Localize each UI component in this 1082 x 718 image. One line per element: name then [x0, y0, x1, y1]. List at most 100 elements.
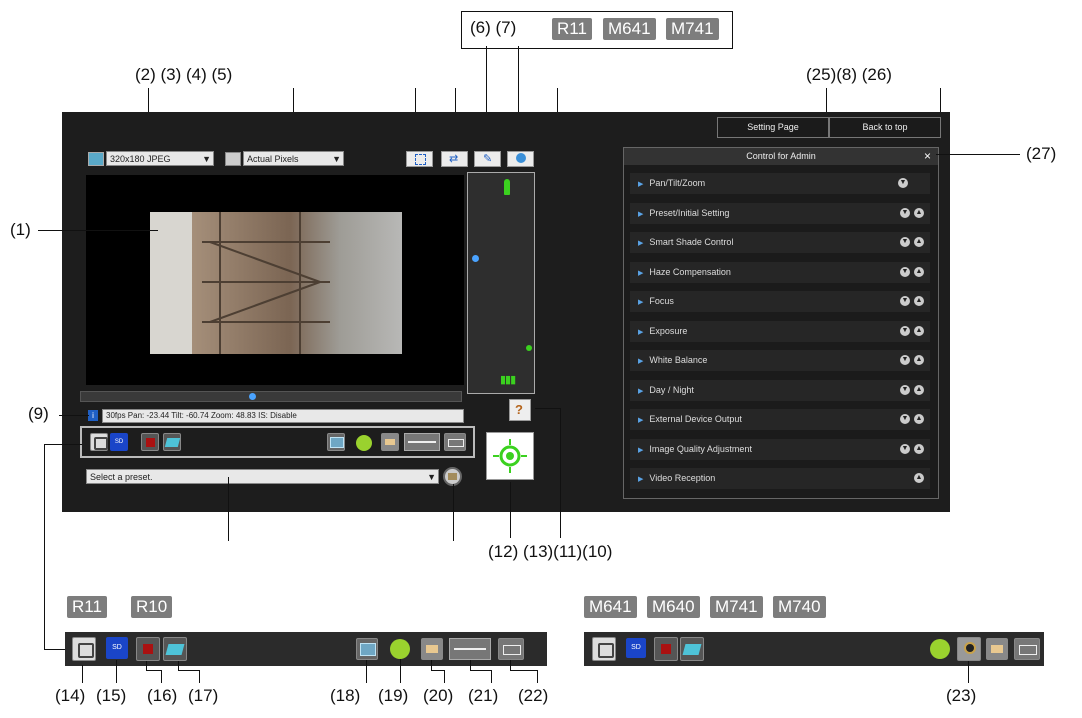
admin-panel-header: Control for Admin: [624, 148, 938, 165]
tilt-zoom-slider[interactable]: ▮▮▮: [467, 172, 535, 394]
expand-arrow-icon: ▶: [638, 269, 644, 277]
close-icon[interactable]: ×: [924, 148, 931, 165]
preset-select[interactable]: Select a preset. ▼: [86, 469, 439, 484]
callout-2-5: (2) (3) (4) (5): [135, 65, 233, 84]
monitor-icon: [330, 437, 344, 448]
panel-item[interactable]: ▶ Day / Night ▼ ▲: [630, 379, 930, 401]
setting-page-button[interactable]: Setting Page: [717, 117, 829, 138]
record-icon: [143, 644, 153, 654]
split-icon: [1019, 645, 1037, 655]
audio-button[interactable]: [381, 433, 399, 451]
collapse-down-icon[interactable]: ▼: [900, 355, 910, 365]
panel-item[interactable]: ▶ Smart Shade Control ▼ ▲: [630, 232, 930, 253]
collapse-down-icon[interactable]: ▼: [900, 237, 910, 247]
camera-icon: [94, 437, 108, 450]
record-button-m[interactable]: [654, 637, 678, 661]
volume-button-m[interactable]: [930, 639, 950, 659]
panel-item[interactable]: ▶ Haze Compensation ▼ ▲: [630, 261, 930, 283]
sd-button-r[interactable]: SD: [106, 637, 128, 659]
split-icon: [503, 645, 521, 655]
view-mode-button[interactable]: [444, 433, 466, 451]
panel-item[interactable]: ▶ Pan/Tilt/Zoom ▼: [630, 173, 930, 194]
record-icon: [661, 644, 671, 654]
panel-item[interactable]: ▶ Video Reception ▲: [630, 468, 930, 489]
collapse-up-icon[interactable]: ▲: [914, 325, 924, 336]
display-button-r[interactable]: [356, 638, 378, 660]
collapse-up-icon[interactable]: ▲: [914, 207, 924, 218]
expand-arrow-icon: ▶: [638, 358, 644, 365]
expand-arrow-icon: ▶: [638, 387, 644, 395]
snapshot-button[interactable]: [90, 433, 108, 451]
shot-button[interactable]: [163, 433, 181, 451]
collapse-down-icon[interactable]: ▼: [900, 266, 910, 277]
collapse-down-icon[interactable]: ▼: [900, 296, 910, 306]
camera-icon: [78, 643, 94, 658]
collapse-up-icon[interactable]: ▲: [914, 296, 924, 306]
expand-arrow-icon: ▶: [638, 446, 644, 454]
panel-item[interactable]: ▶ Preset/Initial Setting ▼ ▲: [630, 202, 930, 224]
snapshot-button-m[interactable]: [592, 637, 616, 661]
video-size-select[interactable]: 320x180 JPEG ▼: [106, 151, 214, 166]
webcam-icon: [964, 642, 976, 654]
camera-view-button[interactable]: [957, 637, 981, 661]
click-mode-button[interactable]: [486, 432, 534, 480]
panel-item[interactable]: ▶ Exposure ▼ ▲: [630, 320, 930, 342]
sd-button[interactable]: SD: [110, 433, 128, 451]
collapse-down-icon[interactable]: ▼: [900, 384, 910, 395]
speaker-icon: [385, 439, 395, 445]
collapse-down-icon[interactable]: ▼: [900, 325, 910, 336]
collapse-up-icon[interactable]: ▲: [914, 237, 924, 247]
display-button[interactable]: [327, 433, 345, 451]
audio-button-m[interactable]: [986, 638, 1008, 660]
shot-button-m[interactable]: [680, 637, 704, 661]
collapse-down-icon[interactable]: ▼: [900, 414, 910, 424]
panel-item[interactable]: ▶ Image Quality Adjustment ▼ ▲: [630, 438, 930, 460]
record-button-r[interactable]: [136, 637, 160, 661]
collapse-up-icon[interactable]: ▲: [914, 443, 924, 454]
tilt-slider-handle[interactable]: [472, 255, 479, 262]
crosshair-icon: [493, 439, 527, 473]
panel-item[interactable]: ▶ White Balance ▼ ▲: [630, 350, 930, 371]
record-button[interactable]: [141, 433, 159, 451]
collapse-up-icon[interactable]: ▲: [914, 473, 924, 483]
collapse-up-icon[interactable]: ▲: [914, 266, 924, 277]
sd-button-m[interactable]: SD: [626, 638, 646, 658]
status-text: 30fps Pan: -23.44 Tilt: -60.74 Zoom: 48.…: [106, 411, 297, 420]
collapse-down-icon[interactable]: ▼: [900, 207, 910, 218]
pan-slider-handle[interactable]: [249, 393, 256, 400]
pen-button[interactable]: ✎: [474, 151, 501, 167]
collapse-down-icon[interactable]: ▼: [898, 178, 908, 188]
view-mode-button-r[interactable]: [498, 638, 524, 660]
privilege-button[interactable]: ?: [509, 399, 531, 421]
info-icon: i: [88, 410, 98, 421]
callout-25-26: (25)(8) (26): [806, 65, 892, 84]
view-mode-button-m[interactable]: [1014, 638, 1040, 660]
zoom-tele-icon: [504, 179, 510, 195]
audio-button-r[interactable]: [421, 638, 443, 660]
collapse-up-icon[interactable]: ▲: [914, 414, 924, 424]
collapse-up-icon[interactable]: ▲: [914, 355, 924, 365]
back-to-top-button[interactable]: Back to top: [829, 117, 941, 138]
snapshot-button-r[interactable]: [72, 637, 96, 661]
volume-button-r[interactable]: [390, 639, 410, 659]
sd-icon: SD: [114, 439, 124, 445]
panel-item[interactable]: ▶ External Device Output ▼ ▲: [630, 409, 930, 430]
layout-button[interactable]: [404, 433, 440, 451]
swap-button[interactable]: ⇄: [441, 151, 468, 167]
collapse-down-icon[interactable]: ▼: [900, 443, 910, 454]
panel-item[interactable]: ▶ Focus ▼ ▲: [630, 291, 930, 312]
video-size-value: 320x180 JPEG: [110, 154, 171, 164]
record-icon: [146, 438, 155, 447]
volume-button[interactable]: [356, 435, 372, 451]
expand-arrow-icon: ▶: [638, 417, 644, 424]
chevron-down-icon: ▼: [202, 154, 211, 164]
collapse-up-icon[interactable]: ▲: [914, 384, 924, 395]
view-size-select[interactable]: Actual Pixels ▼: [243, 151, 344, 166]
zoom-slider-handle[interactable]: [526, 345, 532, 351]
pan-slider[interactable]: [80, 391, 462, 402]
callout-16: (16): [147, 686, 178, 705]
panorama-button[interactable]: [507, 151, 534, 167]
layout-button-r[interactable]: [449, 638, 491, 660]
fullscreen-button[interactable]: [406, 151, 433, 167]
shot-button-r[interactable]: [163, 637, 187, 661]
